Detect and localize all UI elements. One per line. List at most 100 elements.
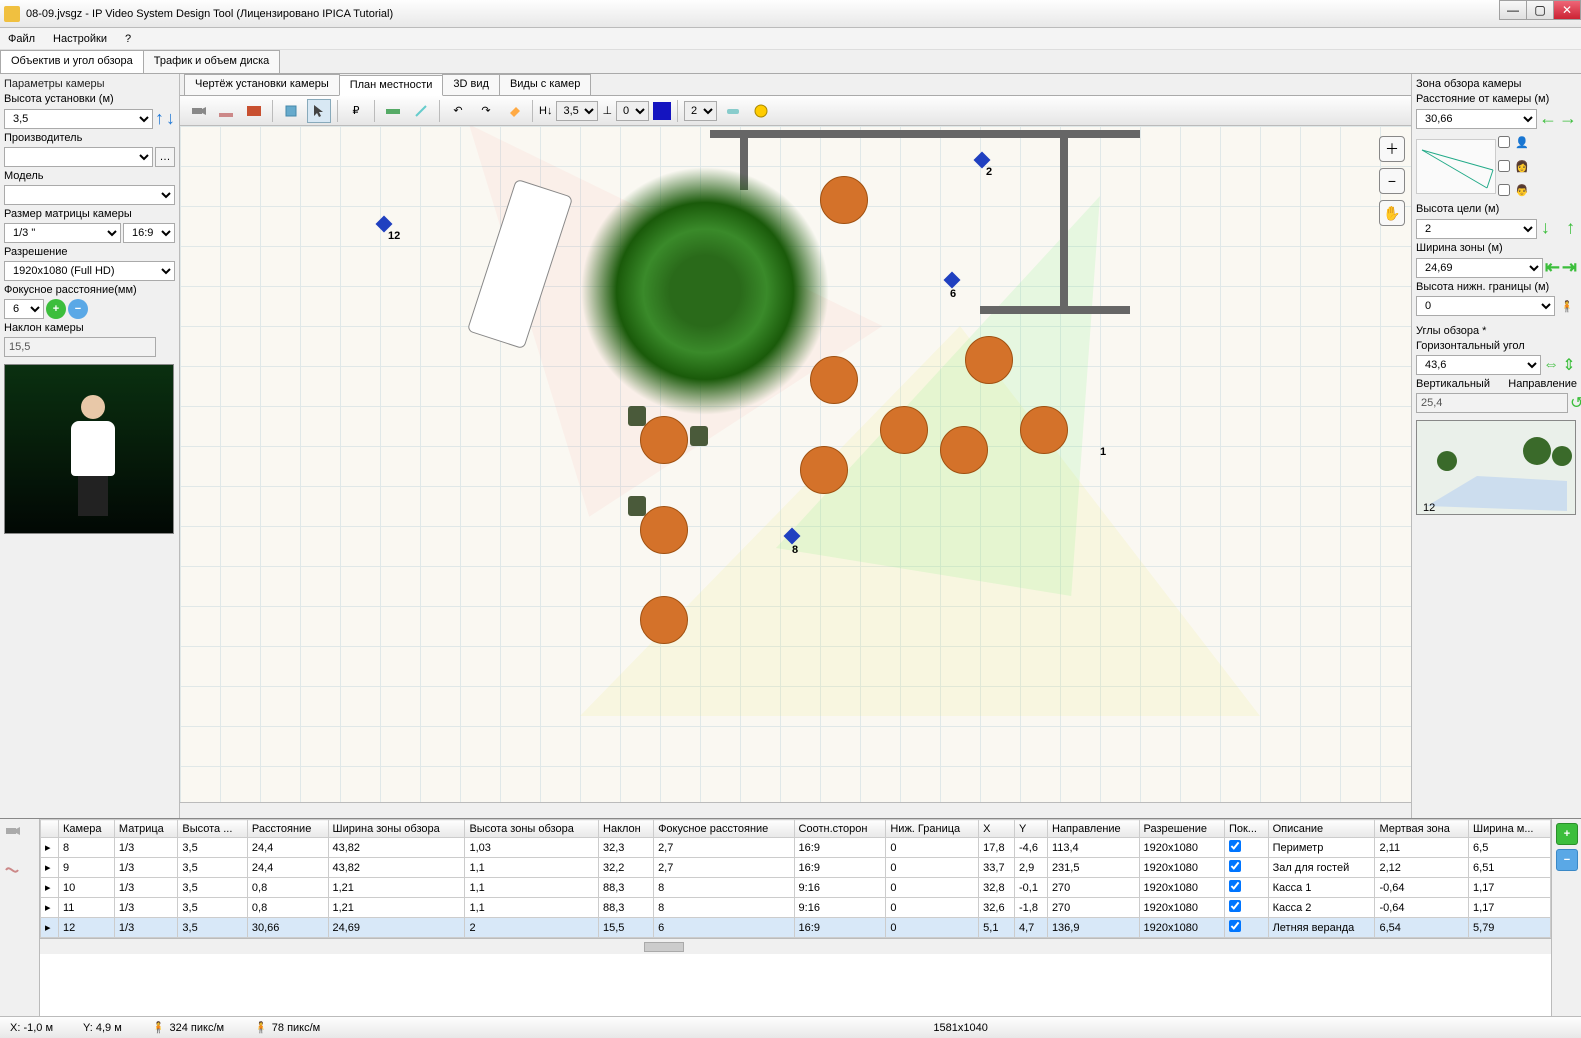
pencil-tool-icon[interactable]: [409, 99, 433, 123]
visible-checkbox[interactable]: [1229, 860, 1241, 872]
clear-tool-icon[interactable]: [502, 99, 526, 123]
menu-help[interactable]: ?: [125, 33, 131, 45]
undo-icon[interactable]: ↶: [446, 99, 470, 123]
measure-icon[interactable]: [749, 99, 773, 123]
tab-views[interactable]: Виды с камер: [499, 74, 591, 95]
table-scrollbar[interactable]: [40, 938, 1551, 954]
table-row[interactable]: ▸101/33,50,81,211,188,389:16032,8-0,1270…: [41, 878, 1551, 898]
add-row-button[interactable]: +: [1556, 823, 1578, 845]
person-woman-check[interactable]: [1498, 160, 1510, 172]
table-header[interactable]: Камера: [59, 820, 115, 838]
camera-tool-icon[interactable]: [186, 99, 210, 123]
car-icon[interactable]: [721, 99, 745, 123]
distance-left-icon[interactable]: ←: [1539, 108, 1557, 129]
table-header[interactable]: Высота ...: [178, 820, 248, 838]
visible-checkbox[interactable]: [1229, 920, 1241, 932]
horizontal-scrollbar[interactable]: [180, 802, 1411, 818]
aspect-select[interactable]: 16:9: [123, 223, 175, 243]
visible-checkbox[interactable]: [1229, 880, 1241, 892]
collapse-icon[interactable]: ⇕: [1561, 355, 1577, 375]
model-select[interactable]: [4, 185, 175, 205]
table-header[interactable]: Y: [1015, 820, 1048, 838]
zone-narrow-icon[interactable]: ⇤: [1545, 257, 1560, 278]
table-row[interactable]: ▸81/33,524,443,821,0332,32,716:9017,8-4,…: [41, 838, 1551, 858]
table-header[interactable]: Ширина зоны обзора: [328, 820, 465, 838]
focal-plus-button[interactable]: +: [46, 299, 66, 319]
distance-select[interactable]: 30,66: [1416, 109, 1537, 129]
select-tool-icon[interactable]: [307, 99, 331, 123]
floor-tool-icon[interactable]: [214, 99, 238, 123]
person-man-check[interactable]: [1498, 184, 1510, 196]
primary-tab-traffic[interactable]: Трафик и объем диска: [143, 50, 281, 73]
height-select[interactable]: 3,5: [556, 101, 598, 121]
vendor-more-button[interactable]: …: [155, 147, 175, 167]
distance-right-icon[interactable]: →: [1559, 108, 1577, 129]
table-header[interactable]: Наклон: [599, 820, 654, 838]
table-row[interactable]: ▸111/33,50,81,211,188,389:16032,6-1,8270…: [41, 898, 1551, 918]
table-row[interactable]: ▸91/33,524,443,821,132,22,716:9033,72,92…: [41, 858, 1551, 878]
table-header[interactable]: Ниж. Граница: [886, 820, 979, 838]
table-header[interactable]: Фокусное расстояние: [654, 820, 794, 838]
table-header[interactable]: Направление: [1047, 820, 1139, 838]
lower-bound-select[interactable]: 0: [1416, 296, 1555, 316]
expand-icon[interactable]: ⇔: [1543, 356, 1559, 374]
table-header[interactable]: Высота зоны обзора: [465, 820, 599, 838]
ground-select[interactable]: 0: [616, 101, 649, 121]
person-woman-icon: 👩: [1512, 156, 1532, 176]
table-header[interactable]: Описание: [1268, 820, 1375, 838]
primary-tab-lens[interactable]: Объектив и угол обзора: [0, 50, 144, 73]
table-header[interactable]: Пок...: [1224, 820, 1268, 838]
menu-file[interactable]: Файл: [8, 33, 35, 45]
person-business-check[interactable]: [1498, 136, 1510, 148]
close-button[interactable]: ✕: [1553, 0, 1581, 20]
zoom-out-button[interactable]: −: [1379, 168, 1405, 194]
table-header[interactable]: Матрица: [114, 820, 177, 838]
tilt-input[interactable]: [4, 337, 156, 357]
target-height-select[interactable]: 2: [1416, 219, 1537, 239]
target-up-icon[interactable]: →: [1538, 220, 1559, 238]
menu-settings[interactable]: Настройки: [53, 33, 107, 45]
zoom-in-button[interactable]: ＋: [1379, 136, 1405, 162]
camera-table[interactable]: КамераМатрицаВысота ...РасстояниеШирина …: [40, 819, 1551, 938]
table-header[interactable]: Соотн.сторон: [794, 820, 886, 838]
sensor-size-select[interactable]: 1/3 ": [4, 223, 121, 243]
visible-checkbox[interactable]: [1229, 900, 1241, 912]
remove-row-button[interactable]: −: [1556, 849, 1578, 871]
vert-angle-input[interactable]: [1416, 393, 1568, 413]
vendor-select[interactable]: [4, 147, 153, 167]
maximize-button[interactable]: ▢: [1526, 0, 1554, 20]
tab-plan[interactable]: План местности: [339, 75, 444, 96]
num-select[interactable]: 2: [684, 101, 717, 121]
tree-object[interactable]: [580, 166, 830, 416]
table-row[interactable]: ▸121/33,530,6624,69215,5616:905,14,7136,…: [41, 918, 1551, 938]
pan-button[interactable]: ✋: [1379, 200, 1405, 226]
tab-3d[interactable]: 3D вид: [442, 74, 500, 95]
table-header[interactable]: X: [979, 820, 1015, 838]
tab-drawing[interactable]: Чертёж установки камеры: [184, 74, 340, 95]
height-up-icon[interactable]: ↑: [155, 108, 164, 129]
resolution-select[interactable]: 1920x1080 (Full HD): [4, 261, 175, 281]
install-height-select[interactable]: 3,5: [4, 109, 153, 129]
target-down-icon[interactable]: →: [1558, 220, 1579, 238]
vehicle-tool-icon[interactable]: [381, 99, 405, 123]
color-swatch[interactable]: [653, 102, 671, 120]
horiz-angle-select[interactable]: 43,6: [1416, 355, 1541, 375]
table-header[interactable]: Ширина м...: [1469, 820, 1551, 838]
fov-diagram: [1416, 139, 1496, 194]
minimize-button[interactable]: —: [1499, 0, 1527, 20]
visible-checkbox[interactable]: [1229, 840, 1241, 852]
focal-select[interactable]: 6: [4, 299, 44, 319]
height-down-icon[interactable]: ↓: [166, 108, 175, 129]
site-plan-canvas[interactable]: 12 2 6 8 1 ＋ − ✋: [180, 126, 1411, 802]
table-header[interactable]: Мертвая зона: [1375, 820, 1469, 838]
zone-wide-icon[interactable]: ⇥: [1562, 257, 1577, 278]
zone-width-select[interactable]: 24,69: [1416, 258, 1543, 278]
rotate-left-icon[interactable]: ↺: [1570, 393, 1581, 413]
focal-minus-button[interactable]: −: [68, 299, 88, 319]
table-header[interactable]: Разрешение: [1139, 820, 1224, 838]
currency-tool-icon[interactable]: ₽: [344, 99, 368, 123]
cube-tool-icon[interactable]: [279, 99, 303, 123]
wall-tool-icon[interactable]: [242, 99, 266, 123]
table-header[interactable]: Расстояние: [247, 820, 328, 838]
redo-icon[interactable]: ↷: [474, 99, 498, 123]
